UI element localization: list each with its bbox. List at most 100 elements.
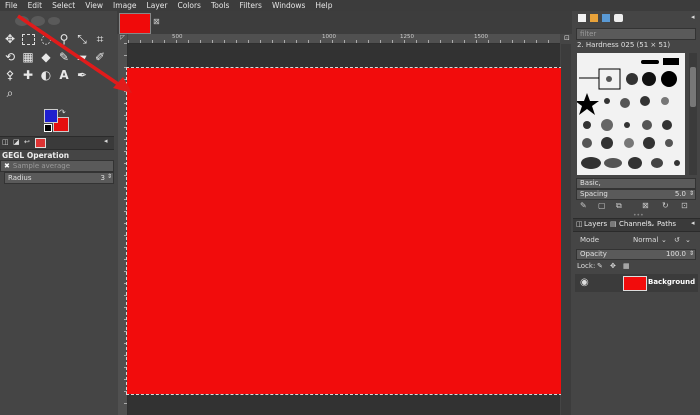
tab-paths[interactable]: Paths <box>657 220 676 228</box>
edit-brush-icon[interactable]: ✎ <box>580 201 587 210</box>
opacity-value: 100.0 <box>665 250 686 258</box>
menu-edit[interactable]: Edit <box>23 1 48 10</box>
mode-reset-icon[interactable]: ↺ <box>674 236 680 244</box>
chevron-down-icon[interactable]: ⌄ <box>661 236 667 244</box>
chevron-down-icon[interactable]: ⌄ <box>685 236 691 244</box>
canvas-vertical-scrollbar[interactable] <box>561 44 571 415</box>
tool-options-title: GEGL Operation <box>2 151 70 160</box>
operation-placeholder: Sample average <box>12 162 71 170</box>
undo-history-tab-icon[interactable]: ↩ <box>24 138 30 146</box>
brush-tag-field[interactable]: Basic, <box>576 178 696 189</box>
fuzzy-select-tool-icon[interactable]: ⚲ <box>55 30 73 48</box>
rect-select-tool-icon[interactable] <box>19 30 37 48</box>
open-as-image-icon[interactable]: ⊡ <box>681 201 688 210</box>
tab-layers[interactable]: Layers <box>584 220 607 228</box>
brush-tag-label: Basic, <box>580 179 601 187</box>
menu-filters[interactable]: Filters <box>234 1 266 10</box>
tool-options-tabbar: ◫ ◪ ↩ ◂ <box>0 136 114 150</box>
images-tab-icon[interactable] <box>35 138 46 148</box>
foreground-color-swatch[interactable] <box>44 109 58 123</box>
layer-name: Background <box>648 278 696 286</box>
lock-icon[interactable]: ⊡ <box>564 34 570 42</box>
swap-colors-icon[interactable]: ↷ <box>59 108 66 117</box>
menu-colors[interactable]: Colors <box>172 1 206 10</box>
zoom-tool-icon[interactable]: ⌕ <box>1 84 19 102</box>
paintbrush-tool-icon[interactable]: ✎ <box>55 48 73 66</box>
dodge-tool-icon[interactable]: ◐ <box>37 66 55 84</box>
paths-tool-icon[interactable]: ⤡ <box>73 30 91 48</box>
lock-pixels-icon[interactable]: ✎ <box>597 262 603 270</box>
image-canvas[interactable] <box>126 67 562 395</box>
menu-help[interactable]: Help <box>310 1 337 10</box>
menu-tools[interactable]: Tools <box>206 1 234 10</box>
lock-label: Lock: <box>577 262 596 270</box>
transform-tool-icon[interactable]: ⟲ <box>1 48 19 66</box>
warp-tool-icon[interactable]: ▦ <box>19 48 37 66</box>
mode-label: Mode <box>580 236 600 244</box>
lasso-tool-icon[interactable]: ◌ <box>37 30 55 48</box>
smudge-tool-icon[interactable]: ✐ <box>91 48 109 66</box>
text-tool-icon[interactable]: A <box>55 66 73 84</box>
brushes-tab-icon[interactable] <box>578 14 586 22</box>
image-tab-strip <box>117 11 572 34</box>
spinner-icon[interactable]: ⇕ <box>107 173 112 180</box>
eraser-tool-icon[interactable]: ▰ <box>73 48 91 66</box>
brush-spacing-field[interactable]: Spacing 5.0 ⇕ <box>576 189 696 200</box>
menu-layer[interactable]: Layer <box>142 1 173 10</box>
ruler-corner-icon[interactable]: ◸ <box>118 34 127 43</box>
brush-grid-scrollbar[interactable] <box>689 53 697 175</box>
filter-placeholder: filter <box>580 30 597 38</box>
opacity-field[interactable]: Opacity 100.0 ⇕ <box>576 249 696 260</box>
tool-options-tab-icon[interactable]: ◫ <box>2 138 9 146</box>
lock-position-icon[interactable]: ✥ <box>610 262 616 270</box>
clear-icon[interactable]: ✖ <box>1 162 13 170</box>
close-image-tab-icon[interactable]: ⊠ <box>153 17 160 26</box>
duplicate-brush-icon[interactable]: ⧉ <box>616 201 622 211</box>
panel-menu-icon[interactable]: ◂ <box>691 13 695 21</box>
menu-select[interactable]: Select <box>47 1 80 10</box>
fonts-tab-icon[interactable] <box>602 14 610 22</box>
radius-value: 3 <box>100 174 105 182</box>
color-picker-tool-icon[interactable]: ✒ <box>73 66 91 84</box>
tab-channels[interactable]: Channels <box>619 220 651 228</box>
gegl-operation-field[interactable]: ✖ Sample average <box>0 160 114 172</box>
dock-separator[interactable]: ••• <box>633 212 644 219</box>
default-colors-icon[interactable] <box>44 124 52 132</box>
bucket-fill-tool-icon[interactable]: ◆ <box>37 48 55 66</box>
horizontal-ruler[interactable]: 500 1000 1250 1500 <box>128 34 560 44</box>
new-brush-icon[interactable]: ▢ <box>598 201 606 210</box>
move-tool-icon[interactable]: ✥ <box>1 30 19 48</box>
radius-label: Radius <box>8 174 32 182</box>
heal-tool-icon[interactable]: ✚ <box>19 66 37 84</box>
spinner-icon[interactable]: ⇕ <box>689 250 694 257</box>
lock-alpha-icon[interactable]: ▦ <box>623 262 630 270</box>
brush-grid[interactable] <box>575 53 685 175</box>
layer-mode-row: Mode Normal ⌄ ↺ ⌄ <box>577 234 697 246</box>
device-status-tab-icon[interactable]: ◪ <box>13 138 20 146</box>
menu-file[interactable]: File <box>0 1 23 10</box>
toolbox: ✥ ◌ ⚲ ⤡ ⌗ ⟲ ▦ ◆ ✎ ▰ ✐ ⚴ ✚ ◐ A ✒ ⌕ ↷ ◫ ◪ … <box>0 12 116 415</box>
current-brush-name: 2. Hardness 025 (51 × 51) <box>577 41 671 49</box>
delete-brush-icon[interactable]: ⊠ <box>642 201 649 210</box>
panel-menu-icon[interactable]: ◂ <box>691 219 695 227</box>
spinner-icon[interactable]: ⇕ <box>689 190 694 197</box>
brush-filter-input[interactable]: filter <box>576 28 696 40</box>
opacity-label: Opacity <box>580 250 607 258</box>
layer-row[interactable]: ◉ Background <box>575 274 698 292</box>
clone-tool-icon[interactable]: ⚴ <box>1 66 19 84</box>
refresh-brushes-icon[interactable]: ↻ <box>662 201 669 210</box>
visibility-eye-icon[interactable]: ◉ <box>580 277 589 288</box>
panel-menu-icon[interactable]: ◂ <box>104 137 108 145</box>
patterns-tab-icon[interactable] <box>590 14 598 22</box>
mode-select[interactable]: Normal <box>633 236 658 244</box>
radius-spin-field[interactable]: Radius 3 ⇕ <box>4 172 114 184</box>
menu-view[interactable]: View <box>80 1 108 10</box>
menu-windows[interactable]: Windows <box>267 1 310 10</box>
image-tab-thumbnail[interactable] <box>119 13 151 34</box>
layer-thumbnail <box>623 276 647 291</box>
crop-tool-icon[interactable]: ⌗ <box>91 30 109 48</box>
menu-image[interactable]: Image <box>108 1 142 10</box>
layers-tabbar: ◫ Layers ▤ Channels ⤡ Paths ◂ <box>573 218 700 232</box>
layers-tab-icon: ◫ <box>576 220 583 228</box>
document-history-tab-icon[interactable] <box>614 14 623 22</box>
